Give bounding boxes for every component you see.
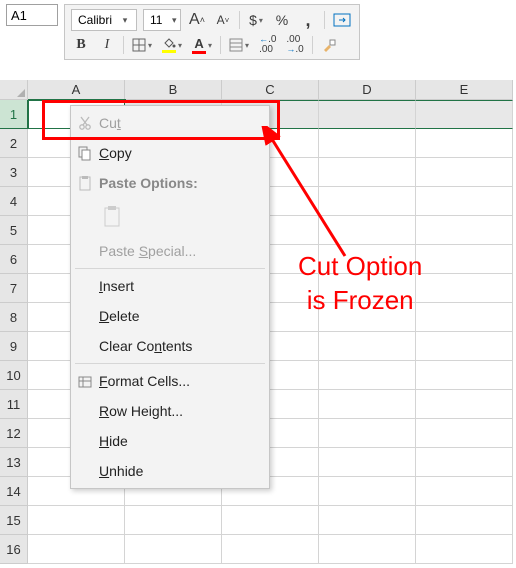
format-painter-button[interactable] xyxy=(319,35,339,55)
comma-button[interactable]: , xyxy=(298,10,318,30)
row-header[interactable]: 13 xyxy=(0,448,28,477)
clipboard-icon xyxy=(71,175,99,191)
cell[interactable] xyxy=(319,216,416,245)
merge-icon[interactable] xyxy=(331,10,353,30)
cell[interactable] xyxy=(319,477,416,506)
row-header[interactable]: 14 xyxy=(0,477,28,506)
decrease-decimal-button[interactable]: .00→.0 xyxy=(284,35,305,55)
cell[interactable] xyxy=(125,506,222,535)
copy-icon xyxy=(71,145,99,161)
cell[interactable] xyxy=(416,100,513,129)
cell[interactable] xyxy=(416,535,513,564)
row-header[interactable]: 11 xyxy=(0,390,28,419)
name-box[interactable]: A1 xyxy=(6,4,58,26)
percent-button[interactable]: % xyxy=(272,10,292,30)
cell[interactable] xyxy=(416,274,513,303)
cell[interactable] xyxy=(319,100,416,129)
menu-unhide[interactable]: Unhide xyxy=(71,456,269,486)
row-header[interactable]: 12 xyxy=(0,419,28,448)
cell[interactable] xyxy=(416,216,513,245)
menu-paste-options-heading: Paste Options: xyxy=(71,168,269,198)
select-all-corner[interactable] xyxy=(0,80,28,100)
cell[interactable] xyxy=(319,332,416,361)
font-name-select[interactable]: Calibri▾ xyxy=(71,9,137,31)
cell[interactable] xyxy=(416,158,513,187)
cell[interactable] xyxy=(319,419,416,448)
cell[interactable] xyxy=(319,390,416,419)
cell[interactable] xyxy=(319,158,416,187)
cell[interactable] xyxy=(416,187,513,216)
cell[interactable] xyxy=(416,419,513,448)
cell[interactable] xyxy=(319,245,416,274)
menu-paste-special: Paste Special... xyxy=(71,236,269,266)
decrease-font-button[interactable]: A˅ xyxy=(213,10,233,30)
scissors-icon xyxy=(71,115,99,131)
row-header[interactable]: 2 xyxy=(0,129,28,158)
row-header[interactable]: 6 xyxy=(0,245,28,274)
col-header[interactable]: E xyxy=(416,80,513,100)
mini-toolbar: Calibri▾ 11▾ A˄ A˅ $▾ % , B I ▾ xyxy=(64,4,360,60)
bold-button[interactable]: B xyxy=(71,35,91,55)
cell[interactable] xyxy=(416,361,513,390)
currency-button[interactable]: $▾ xyxy=(246,10,266,30)
row-header[interactable]: 15 xyxy=(0,506,28,535)
cell[interactable] xyxy=(416,129,513,158)
cell[interactable] xyxy=(319,274,416,303)
cell[interactable] xyxy=(416,390,513,419)
menu-insert[interactable]: Insert xyxy=(71,271,269,301)
italic-button[interactable]: I xyxy=(97,35,117,55)
menu-row-height[interactable]: Row Height... xyxy=(71,396,269,426)
cell[interactable] xyxy=(125,535,222,564)
cell[interactable] xyxy=(222,535,319,564)
font-size-select[interactable]: 11▾ xyxy=(143,9,181,31)
menu-cut: Cut xyxy=(71,108,269,138)
cell[interactable] xyxy=(28,506,125,535)
paste-option-icon xyxy=(99,202,125,232)
cell[interactable] xyxy=(319,535,416,564)
menu-format-cells[interactable]: Format Cells... xyxy=(71,366,269,396)
cell[interactable] xyxy=(319,448,416,477)
format-table-button[interactable]: ▾ xyxy=(227,35,251,55)
cell[interactable] xyxy=(416,303,513,332)
row-header[interactable]: 1 xyxy=(0,100,28,129)
cell[interactable] xyxy=(319,187,416,216)
cell[interactable] xyxy=(416,245,513,274)
cell[interactable] xyxy=(319,506,416,535)
row-header[interactable]: 8 xyxy=(0,303,28,332)
row-header[interactable]: 4 xyxy=(0,187,28,216)
row-header[interactable]: 16 xyxy=(0,535,28,564)
cell[interactable] xyxy=(416,506,513,535)
menu-delete[interactable]: Delete xyxy=(71,301,269,331)
col-header[interactable]: D xyxy=(319,80,416,100)
cell[interactable] xyxy=(416,477,513,506)
context-menu: Cut Copy Paste Options: Paste Special...… xyxy=(70,105,270,489)
row-header[interactable]: 9 xyxy=(0,332,28,361)
cell[interactable] xyxy=(319,129,416,158)
cell[interactable] xyxy=(319,303,416,332)
font-color-button[interactable]: A ▾ xyxy=(190,35,214,55)
borders-button[interactable]: ▾ xyxy=(130,35,154,55)
row-header[interactable]: 5 xyxy=(0,216,28,245)
increase-decimal-button[interactable]: ←.0.00 xyxy=(257,35,278,55)
row-header[interactable]: 7 xyxy=(0,274,28,303)
cell[interactable] xyxy=(222,506,319,535)
col-header[interactable]: C xyxy=(222,80,319,100)
menu-clear-contents[interactable]: Clear Contents xyxy=(71,331,269,361)
menu-hide[interactable]: Hide xyxy=(71,426,269,456)
cell[interactable] xyxy=(416,332,513,361)
cell[interactable] xyxy=(28,535,125,564)
fill-color-button[interactable]: ▾ xyxy=(160,35,184,55)
row-header[interactable]: 3 xyxy=(0,158,28,187)
col-header[interactable]: A xyxy=(28,80,125,100)
menu-copy[interactable]: Copy xyxy=(71,138,269,168)
col-header[interactable]: B xyxy=(125,80,222,100)
cell[interactable] xyxy=(416,448,513,477)
increase-font-button[interactable]: A˄ xyxy=(187,10,207,30)
format-cells-icon xyxy=(71,374,99,388)
row-header[interactable]: 10 xyxy=(0,361,28,390)
cell[interactable] xyxy=(319,361,416,390)
